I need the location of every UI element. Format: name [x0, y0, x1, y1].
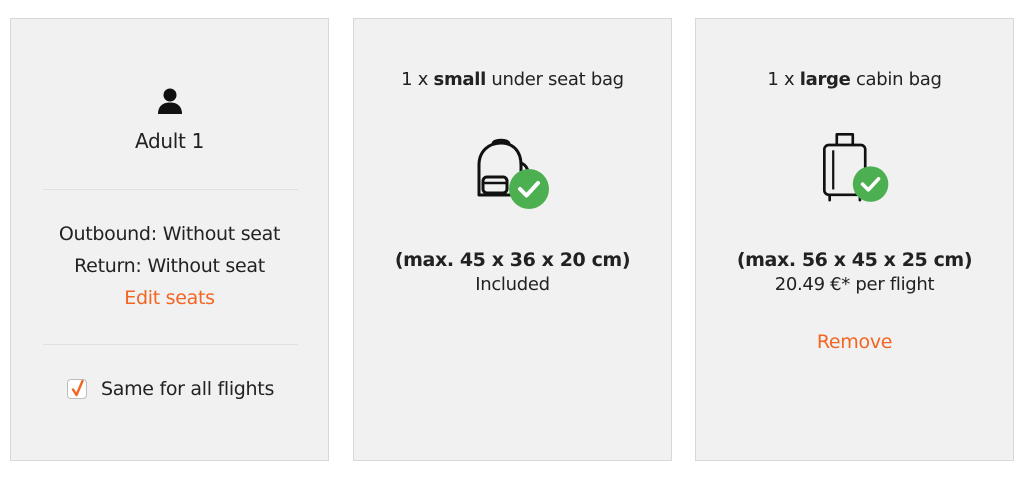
small-bag-price: Included: [475, 274, 550, 295]
divider: [43, 189, 298, 190]
outbound-value: Without seat: [162, 223, 281, 245]
small-bag-card[interactable]: 1 x small under seat bag (max. 45 x 36 x…: [353, 18, 672, 461]
large-bag-qty: 1 x: [767, 69, 800, 90]
small-bag-size: small: [433, 69, 487, 90]
baggage-selection: Adult 1 Outbound: Without seat Return: Wit…: [0, 0, 1024, 480]
large-bag-type: cabin bag: [850, 69, 942, 90]
small-bag-title: 1 x small under seat bag: [354, 69, 671, 90]
large-bag-price: 20.49 €* per flight: [774, 274, 935, 295]
backpack-icon: [477, 138, 549, 209]
small-bag-qty: 1 x: [401, 69, 434, 90]
small-bag-dimensions: (max. 45 x 36 x 20 cm): [394, 249, 631, 271]
person-icon: [158, 88, 182, 114]
same-for-all-checkbox[interactable]: [67, 379, 87, 399]
large-bag-card[interactable]: 1 x large cabin bag (max. 56 x 45 x 25 c…: [695, 18, 1014, 461]
outbound-seat-info: Outbound: Without seat: [11, 223, 328, 245]
passenger-card: Adult 1 Outbound: Without seat Return: Wit…: [10, 18, 329, 461]
suitcase-icon: [823, 133, 889, 202]
return-label: Return:: [74, 255, 142, 277]
return-seat-info: Return: Without seat: [11, 255, 328, 277]
edit-seats-link[interactable]: Edit seats: [11, 287, 328, 309]
same-for-all-flights-option[interactable]: Same for all flights: [67, 377, 274, 401]
large-bag-title: 1 x large cabin bag: [696, 69, 1013, 90]
checkmark-icon: [71, 379, 84, 397]
small-bag-type: under seat bag: [486, 69, 624, 90]
divider: [43, 344, 298, 345]
outbound-label: Outbound:: [58, 223, 157, 245]
return-value: Without seat: [147, 255, 265, 277]
large-bag-size: large: [799, 69, 851, 90]
passenger-name: Adult 1: [134, 129, 205, 153]
large-bag-dimensions: (max. 56 x 45 x 25 cm): [736, 249, 973, 271]
remove-large-bag-link[interactable]: Remove: [696, 331, 1013, 353]
same-for-all-label[interactable]: Same for all flights: [101, 378, 274, 400]
